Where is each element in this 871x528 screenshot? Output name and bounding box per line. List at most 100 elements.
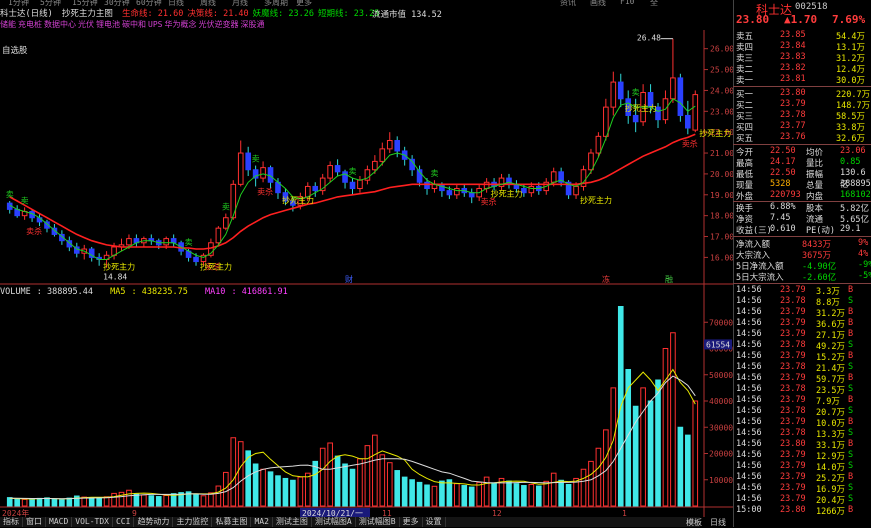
signal-text: 卖 xyxy=(21,196,29,205)
signal-text: 卖 xyxy=(349,167,357,176)
indicator-tab[interactable]: 主力监控 xyxy=(173,517,213,527)
tick-time: 14:56 xyxy=(736,494,762,504)
stat-row: 收益(三) 0.610 PE(动) 29.1 xyxy=(736,224,871,236)
volume-bar xyxy=(297,476,304,507)
volume-bar xyxy=(386,462,393,507)
stat-label: 收益(三) xyxy=(736,226,772,236)
tick-side: B xyxy=(848,307,854,317)
tick-side: B xyxy=(848,285,854,295)
volume-bar xyxy=(476,481,482,507)
signal-text: 卖 xyxy=(430,169,438,178)
main-force-label: 抄死主力 xyxy=(491,189,523,199)
indicator-tab[interactable]: VOL-TDX xyxy=(72,517,113,527)
price-tick: 25.00 xyxy=(710,66,733,75)
ob-price: 23.81 xyxy=(780,74,806,84)
candle-body xyxy=(588,152,594,171)
tick-row: 14:56 23.79 14.0万 S xyxy=(736,461,871,473)
volume-bar xyxy=(14,498,20,507)
indicator-tab[interactable]: MACD xyxy=(46,517,73,527)
volume-bar xyxy=(96,497,102,507)
order-book-buy-row: 买四 23.77 33.8万 xyxy=(736,121,871,133)
signal-text: 卖 xyxy=(185,238,193,247)
date-tick: 11 xyxy=(382,509,392,517)
tick-price: 23.79 xyxy=(780,461,806,471)
tick-side: B xyxy=(848,373,854,383)
indicator-tab[interactable]: 私募主图 xyxy=(212,517,252,527)
volume-bar xyxy=(692,400,699,507)
tick-row: 14:56 23.79 59.7万 B xyxy=(736,373,871,385)
sell-signal: 卖杀 xyxy=(257,186,273,196)
money-flow-row: 净流入额 8433万 9% xyxy=(736,238,871,250)
price-tick: 18.00 xyxy=(710,212,733,221)
volume-bar xyxy=(364,445,371,507)
volume-bar xyxy=(36,497,43,507)
ob-price: 23.82 xyxy=(780,63,806,73)
indicator-tab[interactable]: 窗口 xyxy=(23,517,46,527)
indicator-tab[interactable]: 趋势动力 xyxy=(134,517,174,527)
event-tag: 冻 xyxy=(602,274,610,284)
volume-bar xyxy=(379,454,386,507)
indicator-tab[interactable]: 指标 xyxy=(0,517,23,527)
ob-label: 卖一 xyxy=(736,76,754,86)
volume-bar xyxy=(409,479,415,507)
signal-text: 卖 xyxy=(6,190,14,199)
main-force-label: 抄死主力 xyxy=(103,262,135,272)
tick-time: 14:56 xyxy=(736,384,762,394)
candle-body xyxy=(312,185,319,192)
volume-bar xyxy=(148,495,155,507)
volume-bar xyxy=(141,494,147,507)
tick-time: 14:56 xyxy=(736,428,762,438)
candle-body xyxy=(685,114,691,129)
candle-body xyxy=(349,181,356,190)
volume-bar xyxy=(200,495,207,507)
tick-side: B xyxy=(848,417,854,427)
event-tag: 财 xyxy=(345,274,353,284)
volume-bar xyxy=(565,483,572,507)
template-tab[interactable]: 模板 xyxy=(686,518,702,527)
candle-body xyxy=(230,183,237,219)
template-tab[interactable]: 日线 xyxy=(710,518,726,527)
candle-body xyxy=(193,256,199,263)
indicator-tab[interactable]: MA2 xyxy=(251,517,273,527)
volume-bar xyxy=(282,477,289,507)
ob-price: 23.77 xyxy=(780,121,806,131)
indicator-tab[interactable]: 设置 xyxy=(423,517,446,527)
candle-body xyxy=(677,77,684,116)
tick-price: 23.78 xyxy=(780,406,806,416)
tick-side: B xyxy=(848,439,854,449)
volume-bar xyxy=(506,480,512,507)
tick-price: 23.79 xyxy=(780,285,806,295)
tick-price: 23.79 xyxy=(780,395,806,405)
indicator-tab[interactable]: 测试幅图A xyxy=(312,517,356,527)
tick-time: 14:56 xyxy=(736,472,762,482)
volume-bar xyxy=(133,493,140,507)
price-tick: 26.00 xyxy=(710,45,733,54)
volume-bar xyxy=(334,455,341,507)
stat-value: 22.50 xyxy=(770,168,796,178)
volume-bar xyxy=(528,483,535,507)
indicator-tab[interactable]: CCI xyxy=(113,517,135,527)
tick-time: 14:56 xyxy=(736,362,762,372)
tick-row: 14:56 23.79 7.9万 B xyxy=(736,395,871,407)
volume-bar xyxy=(416,481,423,507)
tick-row: 14:56 23.79 3.3万 B xyxy=(736,285,871,297)
volume-bar xyxy=(163,495,170,507)
tick-side: S xyxy=(848,450,854,460)
tick-side: S xyxy=(848,428,854,438)
volume-bar xyxy=(513,483,520,507)
indicator-tab[interactable]: 测试主图 xyxy=(273,517,312,527)
tick-row: 14:56 23.80 33.1万 B xyxy=(736,439,871,451)
candle-body xyxy=(357,179,363,190)
volume-bar xyxy=(655,379,661,507)
kline-chart[interactable]: 26.0025.0024.0023.0022.0021.0020.0019.00… xyxy=(0,0,733,517)
tick-time: 14:56 xyxy=(736,285,762,295)
indicator-tab[interactable]: 测试幅图B xyxy=(356,517,400,527)
volume-bar xyxy=(260,468,266,507)
tick-price: 23.80 xyxy=(780,439,806,449)
tick-row: 14:56 23.78 21.4万 S xyxy=(736,362,871,374)
candle-body xyxy=(468,192,475,198)
stat-row: 净资 7.45 流通 5.65亿 xyxy=(736,213,871,225)
volume-tick: 30000 xyxy=(709,423,733,432)
indicator-tab[interactable]: 更多 xyxy=(400,517,423,527)
candle-body xyxy=(163,238,170,246)
